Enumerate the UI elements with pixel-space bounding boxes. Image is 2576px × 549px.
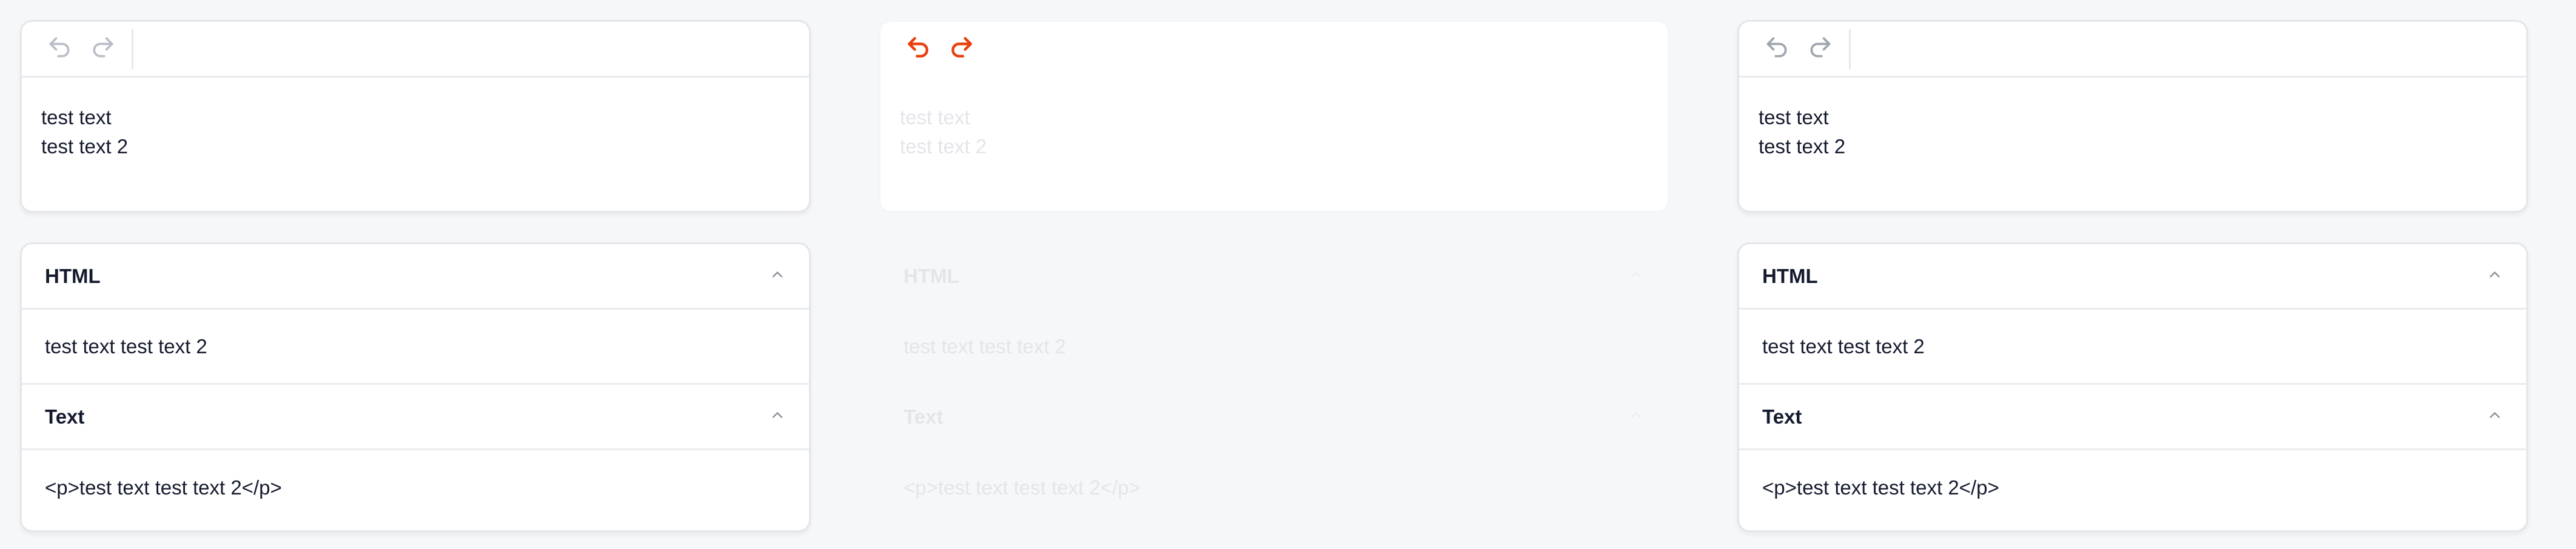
text-section-header[interactable]: Text — [1739, 385, 2526, 450]
html-section-content: test text test text 2 — [22, 310, 809, 385]
chevron-up-icon[interactable] — [2486, 407, 2503, 427]
chevron-up-icon[interactable] — [1628, 407, 1645, 427]
editor-line: test text 2 — [41, 135, 129, 158]
editor-card: test text test text 2 — [20, 20, 811, 213]
editor-line: test text — [41, 106, 112, 128]
text-section-content: <p>test text test text 2</p> — [45, 476, 282, 499]
chevron-up-icon[interactable] — [769, 407, 786, 427]
redo-icon — [948, 34, 975, 64]
undo-button[interactable] — [1760, 33, 1793, 65]
panel-middle: test text test text 2 HTML test text tes… — [859, 0, 1689, 549]
panel-left: test text test text 2 HTML test text tes… — [0, 0, 831, 549]
chevron-up-icon[interactable] — [769, 266, 786, 286]
editor-card: test text test text 2 — [1737, 20, 2528, 213]
html-section-content: test text test text 2 — [904, 334, 1066, 358]
editor-line: test text 2 — [900, 135, 987, 158]
editor-content[interactable]: test text test text 2 — [1739, 78, 2526, 161]
text-section-header[interactable]: Text — [22, 385, 809, 450]
output-accordion: HTML test text test text 2 Text <p>test … — [1737, 242, 2528, 532]
html-section-title: HTML — [45, 264, 101, 287]
undo-icon — [1763, 34, 1790, 64]
redo-button[interactable] — [1804, 33, 1837, 65]
text-section-content: <p>test text test text 2</p> — [904, 476, 1141, 499]
editor-line: test text — [900, 106, 970, 128]
undo-button[interactable] — [43, 33, 76, 65]
editor-content[interactable]: test text test text 2 — [22, 78, 809, 161]
editor-toolbar — [22, 22, 809, 78]
html-section-header[interactable]: HTML — [22, 244, 809, 310]
editor-line: test text — [1759, 106, 1829, 128]
undo-button[interactable] — [902, 33, 934, 65]
editor-content[interactable]: test text test text 2 — [880, 78, 1668, 161]
html-section-title: HTML — [904, 264, 959, 287]
editor-card: test text test text 2 — [879, 20, 1669, 213]
chevron-up-icon[interactable] — [2486, 266, 2503, 286]
html-section-content: test text test text 2 — [1739, 310, 2526, 385]
text-section-title: Text — [904, 405, 944, 428]
text-section-header[interactable]: Text — [880, 385, 1668, 450]
redo-button[interactable] — [87, 33, 119, 65]
toolbar-divider — [1849, 28, 1851, 69]
output-accordion: HTML test text test text 2 Text <p>test … — [20, 242, 811, 532]
editor-line: test text 2 — [1759, 135, 1846, 158]
output-accordion: HTML test text test text 2 Text <p>test … — [879, 242, 1669, 532]
editor-toolbar — [880, 22, 1668, 78]
html-section-header[interactable]: HTML — [1739, 244, 2526, 310]
text-section-title: Text — [45, 405, 85, 428]
text-section-content: <p>test text test text 2</p> — [1762, 476, 1999, 499]
editor-toolbar — [1739, 22, 2526, 78]
toolbar-divider — [132, 28, 133, 69]
text-section-title: Text — [1762, 405, 1802, 428]
chevron-up-icon[interactable] — [1628, 266, 1645, 286]
redo-icon — [1807, 34, 1834, 64]
html-section-header[interactable]: HTML — [880, 244, 1668, 310]
html-section-title: HTML — [1762, 264, 1818, 287]
redo-button[interactable] — [945, 33, 978, 65]
panel-right: test text test text 2 HTML test text tes… — [1717, 0, 2548, 549]
undo-icon — [905, 34, 931, 64]
undo-icon — [46, 34, 73, 64]
redo-icon — [90, 34, 116, 64]
